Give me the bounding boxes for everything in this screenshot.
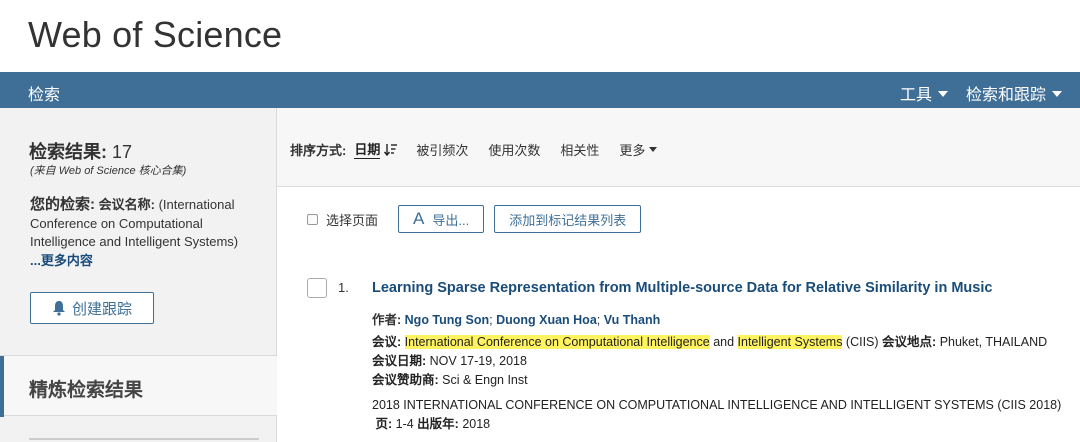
bell-icon [52,301,65,316]
record-number: 1. [338,280,349,295]
nav-search-link[interactable]: 检索 [28,81,60,105]
export-icon: A [413,209,425,228]
export-label: 导出... [432,212,470,228]
search-track-menu[interactable]: 检索和跟踪 [966,81,1062,105]
record-year: 2018 [458,417,491,431]
query-field-label: 会议名称: [98,197,155,212]
sort-date[interactable]: 日期 [354,139,398,159]
sort-more-label: 更多 [619,142,646,158]
record-publication: 2018 INTERNATIONAL CONFERENCE ON COMPUTA… [372,396,1062,434]
search-track-menu-label: 检索和跟踪 [965,87,1046,104]
conference-location: Phuket, THAILAND [936,335,1048,349]
sort-label: 排序方式: [290,142,347,158]
sort-bar: 排序方式: 日期 被引频次 使用次数 相关性 更多 [277,108,1080,187]
record-checkbox[interactable] [307,278,327,298]
app-title: Web of Science [28,14,283,55]
sort-more-menu[interactable]: 更多 [619,140,658,159]
tools-menu-label: 工具 [899,87,932,104]
caret-down-icon [1052,91,1062,97]
sidebar-divider [29,438,259,440]
create-alert-label: 创建跟踪 [71,300,132,318]
main-content: 排序方式: 日期 被引频次 使用次数 相关性 更多 选择页面 A 导出... 添… [277,108,1080,442]
record-pages: 1-4 [392,417,418,431]
authors-label: 作者: [372,313,402,327]
record-title-link[interactable]: Learning Sparse Representation from Mult… [372,280,992,296]
year-label: 出版年: [417,417,459,431]
sort-options: 排序方式: 日期 被引频次 使用次数 相关性 更多 [290,139,658,159]
export-button[interactable]: A 导出... [398,205,485,233]
conference-abbr: (CIIS) [842,335,883,349]
author-sep: ; [596,313,604,327]
create-alert-button[interactable]: 创建跟踪 [30,292,154,324]
conference-sponsor: Sci & Engn Inst [438,373,528,387]
more-link[interactable]: ...更多内容 [30,253,93,268]
nav-bar: 检索 工具 检索和跟踪 [0,72,1080,108]
sort-times-cited[interactable]: 被引频次 [416,140,468,159]
refine-panel[interactable]: 精炼检索结果 [0,355,277,417]
sort-date-label: 日期 [354,139,381,159]
caret-down-icon [937,91,948,97]
select-page-label: 选择页面 [326,212,379,228]
author-link[interactable]: Vu Thanh [604,313,660,327]
select-page-checkbox[interactable] [307,213,318,225]
refine-title: 精炼检索结果 [29,380,144,401]
conference-label: 会议: [372,335,402,349]
conference-highlight: Intelligent Systems [737,335,843,349]
date-label: 会议日期: [372,354,427,368]
sort-relevance[interactable]: 相关性 [560,140,599,159]
pages-label: 页: [375,417,393,431]
sort-usage-count[interactable]: 使用次数 [488,140,540,159]
add-to-marked-list-button[interactable]: 添加到标记结果列表 [494,205,642,233]
record-authors: 作者: Ngo Tung Son; Duong Xuan Hoa; Vu Tha… [372,309,660,328]
result-count-value: 17 [112,142,133,162]
author-link[interactable]: Ngo Tung Son [405,313,489,327]
location-label: 会议地点: [882,335,937,349]
source-note: (来自 Web of Science 核心合集) [30,165,187,177]
select-page[interactable]: 选择页面 [307,210,378,229]
result-count-label: 检索结果: [29,142,107,162]
record-conference: 会议: International Conference on Computat… [372,333,1052,390]
your-search-label: 您的检索: [30,196,95,213]
tools-menu[interactable]: 工具 [900,81,948,105]
result-count: 检索结果: 17 [29,138,132,164]
nav-right: 工具 检索和跟踪 [900,81,1062,105]
refine-accent [0,356,4,417]
author-link[interactable]: Duong Xuan Hoa [496,313,597,327]
conference-highlight: International Conference on Computationa… [404,335,710,349]
sort-descending-icon [384,143,398,156]
caret-down-icon [649,146,658,152]
results-toolbar: 选择页面 A 导出... 添加到标记结果列表 [307,205,651,233]
your-search: 您的检索: 会议名称: (International Conference on… [30,196,252,270]
app-header: Web of Science [0,0,1080,72]
sponsor-label: 会议赞助商: [372,373,439,387]
conference-date: NOV 17-19, 2018 [426,354,527,368]
proceedings-title: 2018 INTERNATIONAL CONFERENCE ON COMPUTA… [372,398,1062,412]
conference-and: and [709,335,738,349]
sidebar: 检索结果: 17 (来自 Web of Science 核心合集) 您的检索: … [0,108,277,442]
